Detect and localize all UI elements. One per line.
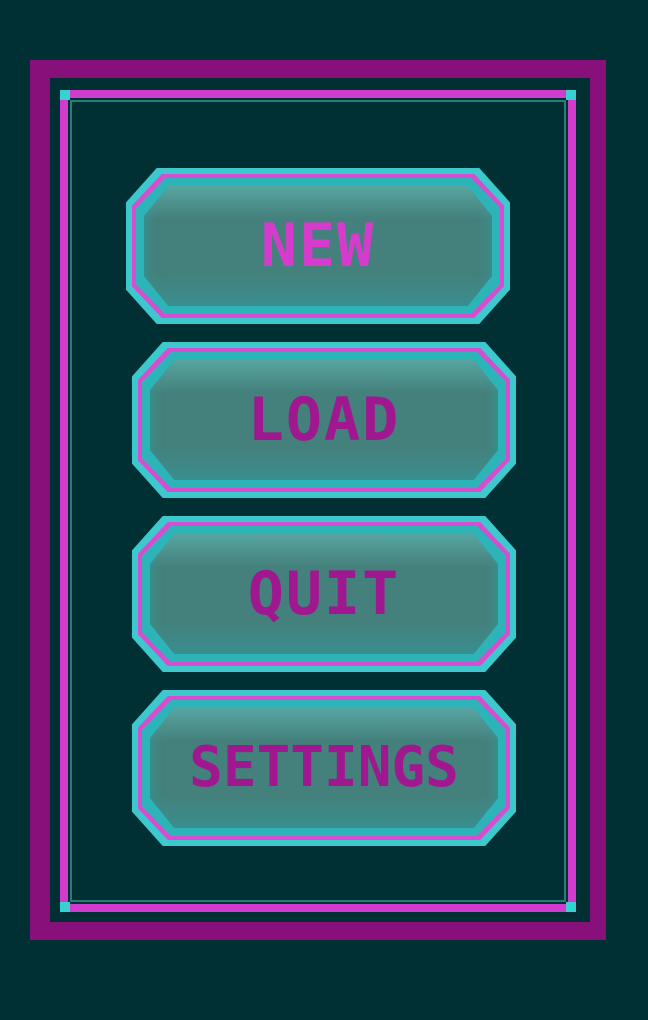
settings-button[interactable]: SETTINGS: [132, 690, 516, 846]
load-game-button[interactable]: LOAD: [132, 342, 516, 498]
button-face: SETTINGS: [150, 708, 498, 828]
button-face: QUIT: [150, 534, 498, 654]
new-game-button[interactable]: NEW: [126, 168, 510, 324]
frame-corner-bottom-left: [60, 902, 70, 912]
quit-button[interactable]: QUIT: [132, 516, 516, 672]
quit-label: QUIT: [247, 559, 401, 629]
frame-corner-top-right: [566, 90, 576, 100]
frame-corner-bottom-right: [566, 902, 576, 912]
frame-corner-top-left: [60, 90, 70, 100]
settings-label: SETTINGS: [189, 735, 459, 800]
new-game-label: NEW: [260, 211, 376, 281]
load-game-label: LOAD: [247, 385, 401, 455]
button-face: LOAD: [150, 360, 498, 480]
button-face: NEW: [144, 186, 492, 306]
